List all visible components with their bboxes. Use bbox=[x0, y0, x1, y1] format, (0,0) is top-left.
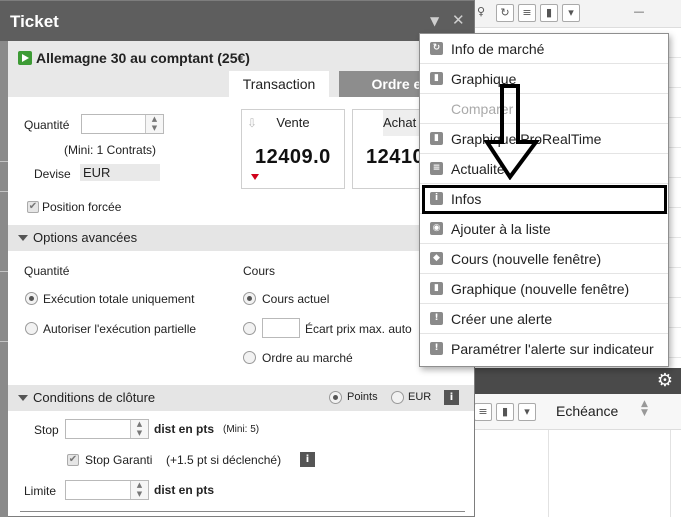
unit-eur-label: EUR bbox=[408, 391, 432, 403]
play-icon[interactable] bbox=[18, 51, 32, 65]
unit-points-radio[interactable] bbox=[329, 391, 342, 404]
window-left-edge bbox=[0, 41, 8, 517]
advanced-options-header[interactable]: Options avancées bbox=[8, 225, 474, 251]
collapse-icon bbox=[18, 395, 28, 401]
price-gap-radio[interactable] bbox=[243, 322, 256, 335]
menu-item-market-info[interactable]: ↻ Info de marché bbox=[420, 34, 668, 64]
menu-item-news[interactable]: ≡ Actualité bbox=[420, 154, 668, 184]
exec-full-radio[interactable] bbox=[25, 292, 38, 305]
sell-label: Vente bbox=[276, 115, 310, 130]
currency-label: Devise bbox=[34, 167, 71, 181]
advanced-quantity-header: Quantité bbox=[24, 264, 70, 278]
sort-icon[interactable]: ▲ ▼ bbox=[641, 400, 648, 418]
stepper-arrows[interactable]: ▲ ▼ bbox=[145, 115, 163, 133]
chevron-down-icon[interactable]: ▼ bbox=[430, 14, 439, 28]
currency-value: EUR bbox=[80, 164, 160, 181]
instrument-header: Allemagne 30 au comptant (25€) bbox=[8, 41, 474, 71]
price-gap-input[interactable] bbox=[262, 318, 300, 338]
refresh-icon[interactable]: ↻ bbox=[496, 4, 514, 22]
stop-distance-unit: dist en pts bbox=[154, 422, 215, 436]
background-table-header: ≡ ▮ ▾ Echéance ▲ ▼ bbox=[470, 394, 681, 430]
ticket-window: Ticket ▼ ✕ Allemagne 30 au comptant (25€… bbox=[0, 0, 475, 517]
menu-item-indicator-alert[interactable]: ! Paramétrer l'alerte sur indicateur bbox=[420, 334, 668, 364]
menu-item-compare[interactable]: Comparer bbox=[420, 94, 668, 124]
closing-conditions-header[interactable]: Conditions de clôture Points EUR i bbox=[8, 385, 474, 411]
guaranteed-stop-checkbox[interactable]: ✔ bbox=[67, 454, 79, 466]
tab-transaction[interactable]: Transaction bbox=[229, 71, 329, 97]
unit-eur-radio[interactable] bbox=[391, 391, 404, 404]
refresh-icon: ↻ bbox=[430, 42, 443, 55]
quantity-stepper[interactable]: ▲ ▼ bbox=[81, 114, 164, 134]
menu-item-price-new-window[interactable]: ◆ Cours (nouvelle fenêtre) bbox=[420, 244, 668, 274]
market-order-radio[interactable] bbox=[243, 351, 256, 364]
chart-icon: ▮ bbox=[430, 132, 443, 145]
info-icon[interactable]: i bbox=[444, 390, 459, 405]
market-order-label: Ordre au marché bbox=[262, 351, 353, 365]
annotation-arrow-icon bbox=[484, 84, 540, 180]
exec-full-label: Exécution totale uniquement bbox=[43, 292, 195, 306]
news-icon[interactable]: ≡ bbox=[474, 403, 492, 421]
forced-position-checkbox[interactable]: ✔ bbox=[27, 201, 39, 213]
exec-partial-radio[interactable] bbox=[25, 322, 38, 335]
limit-distance-stepper[interactable]: ▲ ▼ bbox=[65, 480, 149, 500]
eye-icon: ◉ bbox=[430, 222, 443, 235]
stop-distance-stepper[interactable]: ▲ ▼ bbox=[65, 419, 149, 439]
guaranteed-stop-note: (+1.5 pt si déclenché) bbox=[166, 453, 282, 467]
advanced-price-header: Cours bbox=[243, 264, 276, 278]
price-down-indicator bbox=[251, 174, 259, 180]
collapse-icon bbox=[18, 235, 28, 241]
news-icon[interactable]: ≡ bbox=[518, 4, 536, 22]
menu-item-add-to-list[interactable]: ◉ Ajouter à la liste bbox=[420, 214, 668, 244]
close-icon[interactable]: ✕ bbox=[452, 11, 465, 29]
window-title: Ticket bbox=[10, 12, 59, 31]
menu-item-create-alert[interactable]: ! Créer une alerte bbox=[420, 304, 668, 334]
stepper-arrows[interactable]: ▲ ▼ bbox=[130, 481, 148, 499]
chart-icon: ▮ bbox=[430, 282, 443, 295]
background-table-body bbox=[470, 430, 681, 517]
advanced-options-title: Options avancées bbox=[33, 230, 138, 245]
menu-item-chart-new-window[interactable]: ▮ Graphique (nouvelle fenêtre) bbox=[420, 274, 668, 304]
chart-icon[interactable]: ▮ bbox=[540, 4, 558, 22]
chart-icon[interactable]: ▮ bbox=[496, 403, 514, 421]
background-toolbar: ♀ ↻ ≡ ▮ ▾ — bbox=[470, 0, 681, 28]
chevron-down-icon[interactable]: ▾ bbox=[562, 4, 580, 22]
price-current-radio[interactable] bbox=[243, 292, 256, 305]
menu-item-prorealtime-chart[interactable]: ▮ Graphique ProRealTime bbox=[420, 124, 668, 154]
tab-bar: Transaction Ordre en c bbox=[8, 71, 474, 97]
closing-conditions-title: Conditions de clôture bbox=[33, 390, 156, 405]
stop-minimum-note: (Mini: 5) bbox=[223, 424, 260, 435]
instrument-name: Allemagne 30 au comptant (25€) bbox=[36, 50, 250, 66]
chart-icon: ▮ bbox=[430, 72, 443, 85]
limit-label: Limite bbox=[24, 484, 57, 498]
column-header-echeance[interactable]: Echéance bbox=[556, 403, 618, 419]
price-current-label: Cours actuel bbox=[262, 292, 330, 306]
unit-points-label: Points bbox=[347, 391, 378, 403]
forced-position-label: Position forcée bbox=[42, 200, 122, 214]
menu-item-chart[interactable]: ▮ Graphique bbox=[420, 64, 668, 94]
gear-icon[interactable]: ⚙ bbox=[657, 371, 673, 391]
buy-price: 12410 bbox=[366, 146, 425, 168]
guaranteed-stop-label: Stop Garanti bbox=[85, 453, 153, 467]
quantity-label: Quantité bbox=[24, 118, 70, 132]
screen: ♀ ↻ ≡ ▮ ▾ — ⚙ ≡ ▮ ▾ Echéance ▲ ▼ Ticket ▼… bbox=[0, 0, 681, 517]
divider bbox=[20, 511, 465, 512]
alert-icon: ! bbox=[430, 312, 443, 325]
limit-distance-unit: dist en pts bbox=[154, 483, 215, 497]
news-icon: ≡ bbox=[430, 162, 443, 175]
tag-icon: ◆ bbox=[430, 252, 443, 265]
title-bar[interactable]: Ticket ▼ ✕ bbox=[0, 1, 474, 41]
alert-icon: ! bbox=[430, 342, 443, 355]
stop-label: Stop bbox=[34, 423, 59, 437]
info-icon[interactable]: i bbox=[300, 452, 315, 467]
minimum-note: (Mini: 1 Contrats) bbox=[64, 143, 157, 157]
exec-partial-label: Autoriser l'exécution partielle bbox=[43, 322, 197, 336]
sell-price: 12409.0 bbox=[255, 146, 331, 168]
price-gap-label: Écart prix max. auto bbox=[305, 322, 412, 336]
chevron-down-icon[interactable]: ▾ bbox=[518, 403, 536, 421]
minus-icon[interactable]: — bbox=[630, 4, 648, 22]
sell-price-card[interactable]: ⇩ Vente 12409.0 bbox=[241, 109, 345, 189]
background-panel-header: ⚙ bbox=[470, 368, 681, 394]
highlight-box bbox=[422, 185, 667, 214]
stepper-arrows[interactable]: ▲ ▼ bbox=[130, 420, 148, 438]
